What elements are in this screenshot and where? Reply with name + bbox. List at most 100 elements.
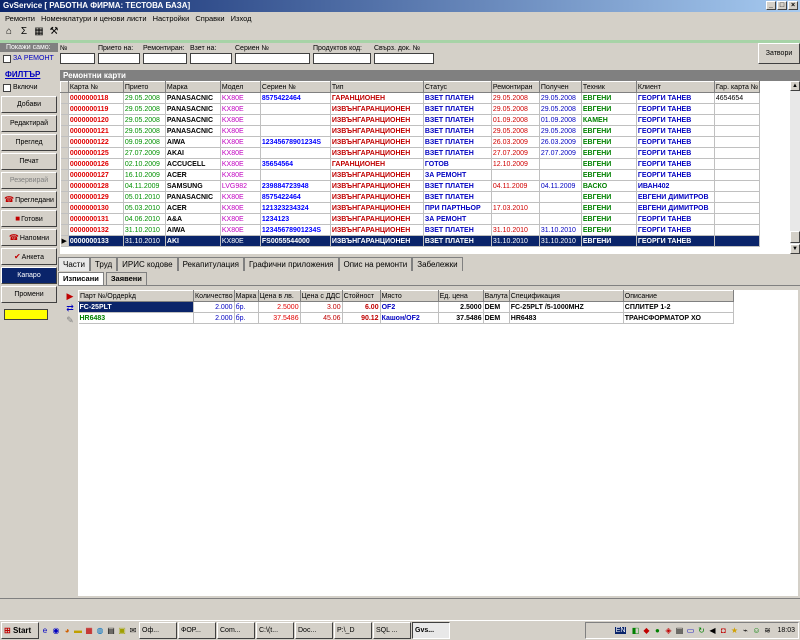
- tab-parts[interactable]: Части: [58, 257, 90, 271]
- parts-col-description[interactable]: Описание: [622, 290, 734, 302]
- parts-col-specification[interactable]: Спецификация: [508, 290, 624, 302]
- tray-messenger-icon[interactable]: ☺: [751, 626, 761, 635]
- home-icon[interactable]: ⌂: [3, 26, 15, 38]
- start-button[interactable]: ⊞ Start: [1, 622, 39, 639]
- firefox-icon[interactable]: ◕: [62, 624, 72, 638]
- repair-card-row[interactable]: 0000000121 29.05.2008 PANASACNIC KX80E ИЗВЪН…: [60, 125, 761, 137]
- tray-security-icon[interactable]: ◘: [718, 626, 728, 635]
- parts-col-unit[interactable]: Марка: [233, 290, 259, 302]
- parts-col-unit-price[interactable]: Ед. цена: [437, 290, 484, 302]
- edit-button[interactable]: Редактирай: [1, 115, 57, 132]
- task-explorer-c[interactable]: C:\(t...: [256, 622, 294, 639]
- task-form[interactable]: ФОР...: [178, 622, 216, 639]
- ready-button[interactable]: ■Готови: [1, 210, 57, 227]
- task-doc[interactable]: Doc...: [295, 622, 333, 639]
- flag-icon[interactable]: ▦: [84, 624, 94, 638]
- row-indicator[interactable]: [60, 125, 69, 137]
- menu-item-spravki[interactable]: Справки: [192, 14, 227, 23]
- repair-card-row[interactable]: 0000000128 04.11.2009 SAMSUNG LVG982 2398847…: [60, 180, 761, 192]
- row-indicator[interactable]: [60, 224, 69, 236]
- minimize-button[interactable]: _: [766, 1, 776, 10]
- menu-item-nastroiki[interactable]: Настройки: [150, 14, 193, 23]
- task-gvs[interactable]: Gvs...: [412, 622, 450, 639]
- col-warranty-card[interactable]: Гар. карта №: [713, 81, 761, 93]
- repair-card-row[interactable]: 0000000127 16.10.2009 ACER KX80E ИЗВЪНГАРАНЦ…: [60, 169, 761, 181]
- filter-input-serial[interactable]: [235, 53, 310, 64]
- tray-chat-icon[interactable]: ●: [652, 626, 662, 635]
- sum-icon[interactable]: Σ: [18, 26, 30, 38]
- photo-icon[interactable]: ▣: [117, 624, 127, 638]
- col-obtained[interactable]: Получен: [538, 81, 582, 93]
- parts-col-location[interactable]: Място: [379, 290, 439, 302]
- filter-input-taken[interactable]: [190, 53, 232, 64]
- tray-shield-icon[interactable]: ◆: [641, 626, 651, 635]
- filter-input-number[interactable]: [60, 53, 95, 64]
- repair-card-row[interactable]: 0000000126 02.10.2009 ACCUCELL KX80E 3565456…: [60, 158, 761, 170]
- repair-card-row[interactable]: 0000000132 31.10.2010 AIWA KX80E 12345678901…: [60, 224, 761, 236]
- row-indicator[interactable]: [60, 136, 69, 148]
- menu-item-izhod[interactable]: Изход: [228, 14, 255, 23]
- language-indicator[interactable]: EN: [614, 627, 627, 634]
- task-explorer-p[interactable]: P:\_D: [334, 622, 372, 639]
- row-indicator[interactable]: [60, 169, 69, 181]
- scroll-thumb[interactable]: [790, 231, 800, 243]
- change-button[interactable]: Промени: [1, 286, 57, 303]
- repair-card-row[interactable]: 0000000131 04.06.2010 A&A KX80E 1234123 ИЗВЪН…: [60, 213, 761, 225]
- app-icon[interactable]: ▤: [106, 624, 116, 638]
- scroll-up-arrow[interactable]: ▲: [790, 81, 800, 91]
- parts-col-quantity[interactable]: Количество: [193, 290, 235, 302]
- tab-labor[interactable]: Труд: [89, 257, 118, 271]
- parts-col-price-vat[interactable]: Цена с ДДС: [299, 290, 343, 302]
- tray-sync-icon[interactable]: ↻: [696, 626, 706, 635]
- parts-col-part-number[interactable]: Парт №/Ордерkд: [78, 290, 194, 302]
- row-indicator[interactable]: [60, 191, 69, 203]
- col-client[interactable]: Клиент: [635, 81, 715, 93]
- mail-icon[interactable]: ✉: [128, 624, 138, 638]
- folder-icon[interactable]: ▬: [73, 624, 83, 638]
- subtab-requested[interactable]: Заявени: [105, 272, 147, 285]
- row-indicator[interactable]: [60, 180, 69, 192]
- row-indicator[interactable]: [60, 213, 69, 225]
- tray-network-icon[interactable]: ◧: [630, 626, 640, 635]
- col-status[interactable]: Статус: [422, 81, 492, 93]
- filter-input-related-doc[interactable]: [374, 53, 434, 64]
- subtab-issued[interactable]: Изписани: [58, 272, 104, 285]
- add-part-icon[interactable]: ▶: [62, 291, 78, 303]
- tools-icon[interactable]: ⚒: [48, 26, 60, 38]
- tray-printer-icon[interactable]: ▤: [674, 626, 684, 635]
- row-indicator[interactable]: [60, 147, 69, 159]
- deposit-button[interactable]: Капаро: [1, 267, 57, 284]
- col-brand[interactable]: Марка: [164, 81, 221, 93]
- repair-card-row[interactable]: 0000000122 09.09.2008 AIWA KX80E 12345678901…: [60, 136, 761, 148]
- scroll-down-arrow[interactable]: ▼: [790, 244, 800, 254]
- tab-notes[interactable]: Забележки: [412, 257, 463, 271]
- col-repaired[interactable]: Ремонтиран: [490, 81, 540, 93]
- reviewed-button[interactable]: ☎Прегледани: [1, 191, 57, 208]
- menu-item-nomenklaturi[interactable]: Номенклатури и ценови листи: [38, 14, 150, 23]
- ie-icon[interactable]: e: [40, 624, 50, 638]
- outlook-icon[interactable]: ◉: [51, 624, 61, 638]
- add-button[interactable]: Добави: [1, 96, 57, 113]
- filter-input-received[interactable]: [98, 53, 140, 64]
- tray-wifi-icon[interactable]: ≋: [762, 626, 772, 635]
- remind-button[interactable]: ☎Напомни: [1, 229, 57, 246]
- repair-card-row[interactable]: 0000000118 29.05.2008 PANASACNIC KX80E 85754…: [60, 92, 761, 104]
- filter-input-repaired[interactable]: [143, 53, 187, 64]
- part-row[interactable]: FC-25PLT 2.000 бр. 2.5000 3.00 6.00 OF2 2.5000 D…: [78, 301, 734, 313]
- task-com[interactable]: Com...: [217, 622, 255, 639]
- tray-update-icon[interactable]: ★: [729, 626, 739, 635]
- parts-col-value[interactable]: Стойност: [341, 290, 381, 302]
- preview-button[interactable]: Преглед: [1, 134, 57, 151]
- print-button[interactable]: Печат: [1, 153, 57, 170]
- repair-cards-scrollbar[interactable]: ▲ ▼: [790, 81, 800, 254]
- repair-card-row[interactable]: 0000000129 05.01.2010 PANASACNIC KX80E 85754…: [60, 191, 761, 203]
- task-sql[interactable]: SQL ...: [373, 622, 411, 639]
- menu-item-remonti[interactable]: Ремонти: [2, 14, 38, 23]
- calculator-icon[interactable]: ▦: [33, 26, 45, 38]
- tab-iris-codes[interactable]: ИРИС кодове: [117, 257, 178, 271]
- parts-col-currency[interactable]: Валута: [482, 290, 510, 302]
- repair-card-row[interactable]: 0000000120 29.05.2008 PANASACNIC KX80E ИЗВЪН…: [60, 114, 761, 126]
- col-type[interactable]: Тип: [329, 81, 424, 93]
- za-remont-checkbox[interactable]: [3, 54, 11, 63]
- repair-card-row[interactable]: ▶ 0000000133 31.10.2010 AKI KX80E FS005554400…: [60, 235, 761, 247]
